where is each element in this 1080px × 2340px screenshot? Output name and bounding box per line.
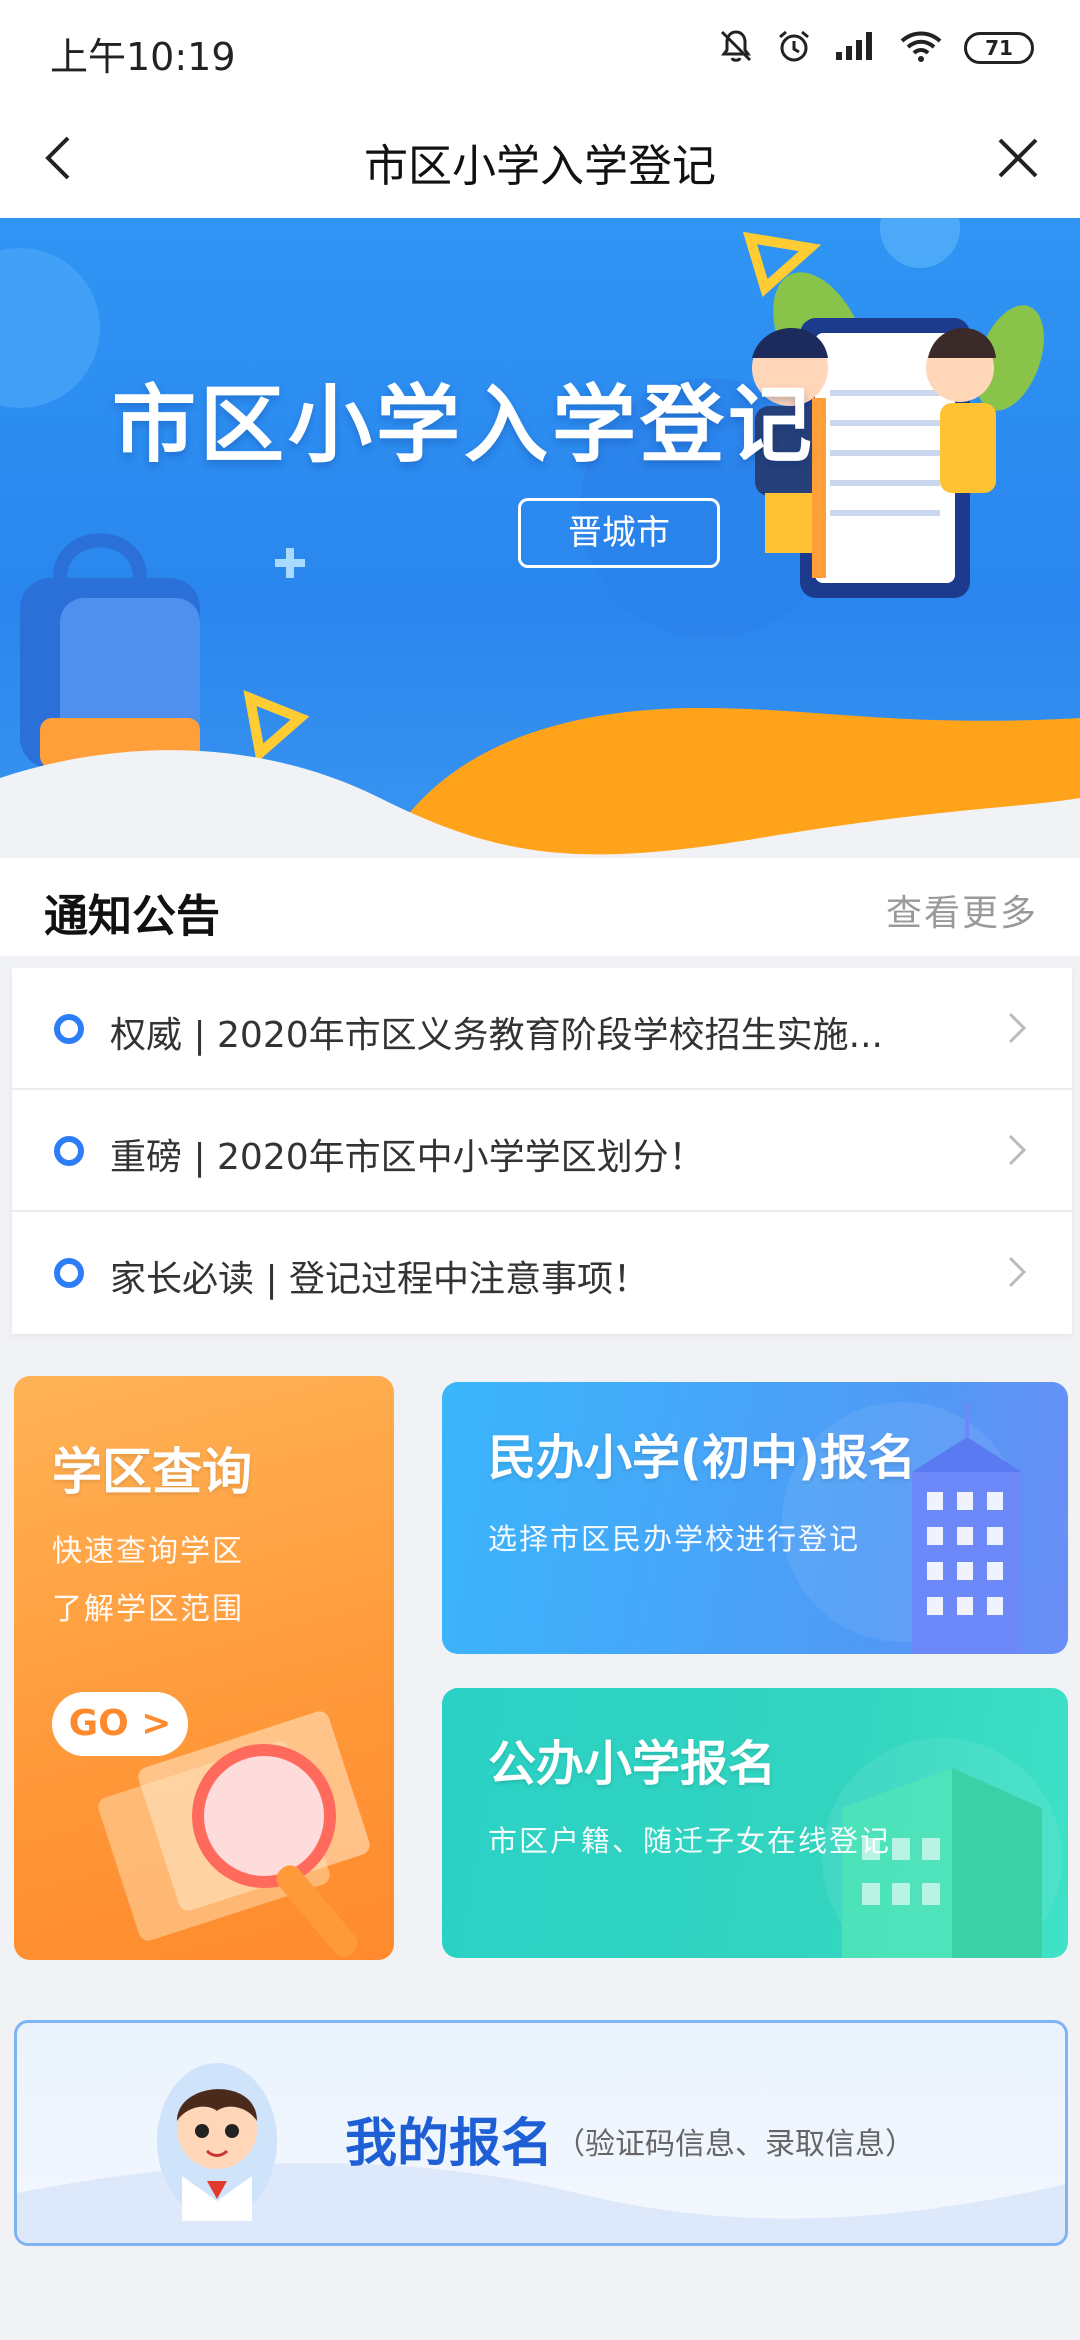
public-school-title: 公办小学报名 [488, 1736, 777, 1792]
bullet-icon [54, 1014, 84, 1044]
notice-item[interactable]: 家长必读 | 登记过程中注意事项！ [12, 1212, 1072, 1334]
view-more-link[interactable]: 查看更多 [886, 884, 1038, 936]
private-school-subtitle: 选择市区民办学校进行登记 [488, 1522, 861, 1556]
alarm-icon [776, 28, 812, 68]
notice-header: 通知公告 查看更多 [0, 858, 1080, 956]
chevron-right-icon [996, 1252, 1036, 1292]
my-registration-title: 我的报名 [345, 2114, 554, 2174]
avatar [157, 2063, 277, 2221]
district-query-card[interactable]: 学区查询 快速查询学区 了解学区范围 GO > [14, 1376, 394, 1960]
public-school-card[interactable]: 公办小学报名 市区户籍、随迁子女在线登记 [442, 1688, 1068, 1958]
district-query-line2: 了解学区范围 [52, 1592, 244, 1627]
private-school-card[interactable]: 民办小学(初中)报名 选择市区民办学校进行登记 [442, 1382, 1068, 1654]
nav-bar: 市区小学入学登记 [0, 100, 1080, 218]
status-time: 上午10:19 [50, 35, 236, 79]
public-school-subtitle: 市区户籍、随迁子女在线登记 [488, 1824, 892, 1858]
notice-item-text: 权威 | 2020年市区义务教育阶段学校招生实施... [110, 1015, 883, 1056]
notice-list: 权威 | 2020年市区义务教育阶段学校招生实施... 重磅 | 2020年市区… [12, 968, 1072, 1334]
my-registration-subtitle: （验证码信息、录取信息） [555, 2127, 915, 2162]
mute-icon [718, 28, 754, 68]
private-school-title: 民办小学(初中)报名 [488, 1430, 916, 1486]
status-bar: 上午10:19 71 [0, 0, 1080, 100]
notice-item-text: 重磅 | 2020年市区中小学学区划分！ [110, 1137, 705, 1178]
my-registration-card[interactable]: 我的报名 （验证码信息、录取信息） [14, 2020, 1068, 2246]
chevron-right-icon [996, 1008, 1036, 1048]
bullet-icon [54, 1258, 84, 1288]
district-query-line1: 快速查询学区 [52, 1534, 244, 1569]
wifi-icon [900, 29, 942, 67]
status-icons: 71 [718, 28, 1034, 68]
battery-icon: 71 [964, 32, 1034, 64]
page-title: 市区小学入学登记 [364, 141, 716, 192]
notice-item[interactable]: 重磅 | 2020年市区中小学学区划分！ [12, 1090, 1072, 1212]
signal-icon [834, 30, 878, 66]
notice-item[interactable]: 权威 | 2020年市区义务教育阶段学校招生实施... [12, 968, 1072, 1090]
chevron-right-icon [996, 1130, 1036, 1170]
city-tag[interactable]: 晋城市 [518, 498, 720, 568]
district-query-title: 学区查询 [52, 1443, 252, 1501]
banner: 市区小学入学登记 晋城市 [0, 218, 1080, 858]
notice-title: 通知公告 [44, 891, 220, 942]
close-icon[interactable] [986, 126, 1050, 190]
notice-item-text: 家长必读 | 登记过程中注意事项！ [110, 1259, 650, 1300]
bullet-icon [54, 1136, 84, 1166]
go-button[interactable]: GO > [52, 1692, 188, 1756]
banner-title: 市区小学入学登记 [112, 376, 817, 474]
